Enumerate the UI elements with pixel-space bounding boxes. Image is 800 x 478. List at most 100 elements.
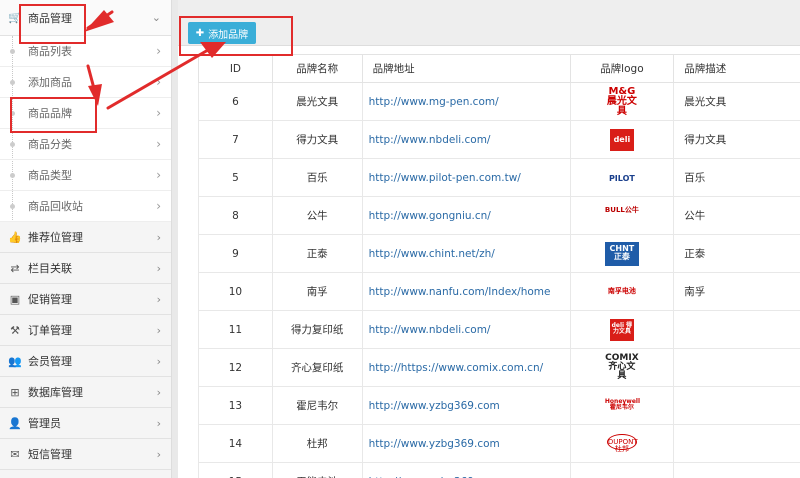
cell-name: 晨光文具 bbox=[271, 82, 363, 121]
cell-logo: CHNT 正泰 bbox=[569, 234, 675, 273]
cell-url[interactable]: http://www.yzbg369.com bbox=[361, 462, 571, 478]
cell-url[interactable]: http://www.nbdeli.com/ bbox=[361, 120, 571, 159]
sidebar-group-sms[interactable]: ✉ 短信管理 › bbox=[0, 439, 171, 470]
table-row[interactable]: 5 百乐 http://www.pilot-pen.com.tw/ PILOT … bbox=[198, 158, 800, 197]
brand-logo-image: PILOT bbox=[608, 173, 635, 183]
user-icon: 👤 bbox=[8, 416, 22, 430]
cell-name: 齐心复印纸 bbox=[271, 348, 363, 387]
chevron-down-icon: ⌄ bbox=[151, 11, 161, 24]
cell-logo: deli 得力文具 bbox=[569, 310, 675, 349]
sidebar-item-goods-type[interactable]: 商品类型 › bbox=[0, 160, 171, 191]
cell-id: 6 bbox=[198, 82, 273, 121]
chevron-right-icon: › bbox=[156, 75, 161, 89]
table-row[interactable]: 7 得力文具 http://www.nbdeli.com/ deli 得力文具 bbox=[198, 120, 800, 159]
sidebar-group-promotion[interactable]: ▣ 促销管理 › bbox=[0, 284, 171, 315]
sidebar-group-orders[interactable]: ⚒ 订单管理 › bbox=[0, 315, 171, 346]
cell-desc: 晨光文具 bbox=[673, 82, 800, 121]
sidebar-group-recommend[interactable]: 👍 推荐位管理 › bbox=[0, 222, 171, 253]
table-header-row: ID 品牌名称 品牌地址 品牌logo 品牌描述 bbox=[198, 54, 800, 83]
users-icon: 👥 bbox=[8, 354, 22, 368]
cell-url[interactable]: http://www.gongniu.cn/ bbox=[361, 196, 571, 235]
table-row[interactable]: 12 齐心复印纸 http://https://www.comix.com.cn… bbox=[198, 348, 800, 387]
table-row[interactable]: 11 得力复印纸 http://www.nbdeli.com/ deli 得力文… bbox=[198, 310, 800, 349]
sidebar-item-label: 商品类型 bbox=[28, 169, 72, 182]
chevron-right-icon: › bbox=[156, 292, 161, 306]
cell-id: 8 bbox=[198, 196, 273, 235]
cell-id: 15 bbox=[198, 462, 273, 478]
cell-id: 10 bbox=[198, 272, 273, 311]
sidebar-item-label: 商品列表 bbox=[28, 45, 72, 58]
brand-table: ID 品牌名称 品牌地址 品牌logo 品牌描述 6 晨光文具 http://w… bbox=[198, 54, 800, 478]
gavel-icon: ⚒ bbox=[10, 323, 20, 337]
sidebar-group-members[interactable]: 👥 会员管理 › bbox=[0, 346, 171, 377]
sidebar-item-label: 商品分类 bbox=[28, 138, 72, 151]
cell-url[interactable]: http://https://www.comix.com.cn/ bbox=[361, 348, 571, 387]
cell-url[interactable]: http://www.nbdeli.com/ bbox=[361, 310, 571, 349]
table-row[interactable]: 6 晨光文具 http://www.mg-pen.com/ M&G 晨光文具 晨… bbox=[198, 82, 800, 121]
sidebar-group-database[interactable]: ⊞ 数据库管理 › bbox=[0, 377, 171, 408]
cell-logo: PILOT bbox=[569, 158, 675, 197]
sidebar-group-column-link[interactable]: ⇄ 栏目关联 › bbox=[0, 253, 171, 284]
cell-logo: M&G 晨光文具 bbox=[569, 82, 675, 121]
cell-url[interactable]: http://www.yzbg369.com bbox=[361, 424, 571, 463]
cell-logo: 南孚电池 bbox=[569, 272, 675, 311]
brand-logo-image: 南孚电池 bbox=[607, 286, 636, 295]
brand-logo-image: deli 得力文具 bbox=[609, 318, 634, 341]
cell-id: 11 bbox=[198, 310, 273, 349]
chevron-right-icon: › bbox=[156, 168, 161, 182]
table-row[interactable]: 13 霍尼韦尔 http://www.yzbg369.com Honeywell… bbox=[198, 386, 800, 425]
sidebar-group-label: 管理员 bbox=[28, 417, 61, 430]
sidebar-item-label: 商品回收站 bbox=[28, 200, 83, 213]
brand-logo-image: BULL公牛 bbox=[604, 205, 639, 214]
sidebar-item-add-goods[interactable]: 添加商品 › bbox=[0, 67, 171, 98]
table-row[interactable]: 9 正泰 http://www.chint.net/zh/ CHNT 正泰 正泰 bbox=[198, 234, 800, 273]
cell-desc: 正泰 bbox=[673, 234, 800, 273]
cell-desc bbox=[673, 310, 800, 349]
cell-desc: 得力文具 bbox=[673, 120, 800, 159]
chevron-right-icon: › bbox=[156, 447, 161, 461]
table-row[interactable]: 10 南孚 http://www.nanfu.com/Index/home 南孚… bbox=[198, 272, 800, 311]
sitemap-icon: ⊞ bbox=[10, 385, 20, 399]
brand-logo-image: DUPONT 杜邦 bbox=[606, 433, 638, 452]
cell-logo: BULL公牛 bbox=[569, 196, 675, 235]
cell-name: 公牛 bbox=[271, 196, 363, 235]
sidebar-item-recycle-bin[interactable]: 商品回收站 › bbox=[0, 191, 171, 222]
brand-logo-image: Honeywell 霍尼韦尔 bbox=[604, 397, 641, 411]
cell-url[interactable]: http://www.mg-pen.com/ bbox=[361, 82, 571, 121]
sidebar-group-label: 推荐位管理 bbox=[28, 231, 83, 244]
cell-desc bbox=[673, 424, 800, 463]
cell-logo: COMIX 齐心文具 bbox=[569, 348, 675, 387]
sidebar-group-admin[interactable]: 👤 管理员 › bbox=[0, 408, 171, 439]
cell-url[interactable]: http://www.nanfu.com/Index/home bbox=[361, 272, 571, 311]
money-icon: ▣ bbox=[9, 292, 21, 306]
cell-id: 5 bbox=[198, 158, 273, 197]
cell-url[interactable]: http://www.pilot-pen.com.tw/ bbox=[361, 158, 571, 197]
sidebar-group-label: 会员管理 bbox=[28, 355, 72, 368]
table-row[interactable]: 15 无能电池 http://www.yzbg369.com bbox=[198, 462, 800, 478]
sidebar-item-label: 添加商品 bbox=[28, 76, 72, 89]
sidebar-group-label: 数据库管理 bbox=[28, 386, 83, 399]
sidebar-group-label: 栏目关联 bbox=[28, 262, 72, 275]
annotation-box-goods-brand bbox=[10, 97, 97, 133]
sidebar: 🛒 商品管理 ⌄ 商品列表 › 添加商品 › 商品品牌 › 商品分类 › 商品类型 › 商… bbox=[0, 0, 172, 478]
chevron-right-icon: › bbox=[156, 199, 161, 213]
chevron-right-icon: › bbox=[156, 323, 161, 337]
cell-desc bbox=[673, 462, 800, 478]
annotation-box-goods-management bbox=[19, 4, 86, 44]
brand-logo-image: COMIX 齐心文具 bbox=[605, 353, 639, 381]
cell-name: 无能电池 bbox=[271, 462, 363, 478]
cell-name: 得力文具 bbox=[271, 120, 363, 159]
chevron-right-icon: › bbox=[156, 261, 161, 275]
sidebar-item-goods-category[interactable]: 商品分类 › bbox=[0, 129, 171, 160]
cell-name: 南孚 bbox=[271, 272, 363, 311]
cell-name: 正泰 bbox=[271, 234, 363, 273]
sidebar-group-label: 订单管理 bbox=[28, 324, 72, 337]
chevron-right-icon: › bbox=[156, 106, 161, 120]
cell-name: 霍尼韦尔 bbox=[271, 386, 363, 425]
cell-url[interactable]: http://www.yzbg369.com bbox=[361, 386, 571, 425]
table-row[interactable]: 8 公牛 http://www.gongniu.cn/ BULL公牛 公牛 bbox=[198, 196, 800, 235]
table-row[interactable]: 14 杜邦 http://www.yzbg369.com DUPONT 杜邦 bbox=[198, 424, 800, 463]
cell-url[interactable]: http://www.chint.net/zh/ bbox=[361, 234, 571, 273]
col-url: 品牌地址 bbox=[361, 54, 571, 83]
cell-id: 13 bbox=[198, 386, 273, 425]
